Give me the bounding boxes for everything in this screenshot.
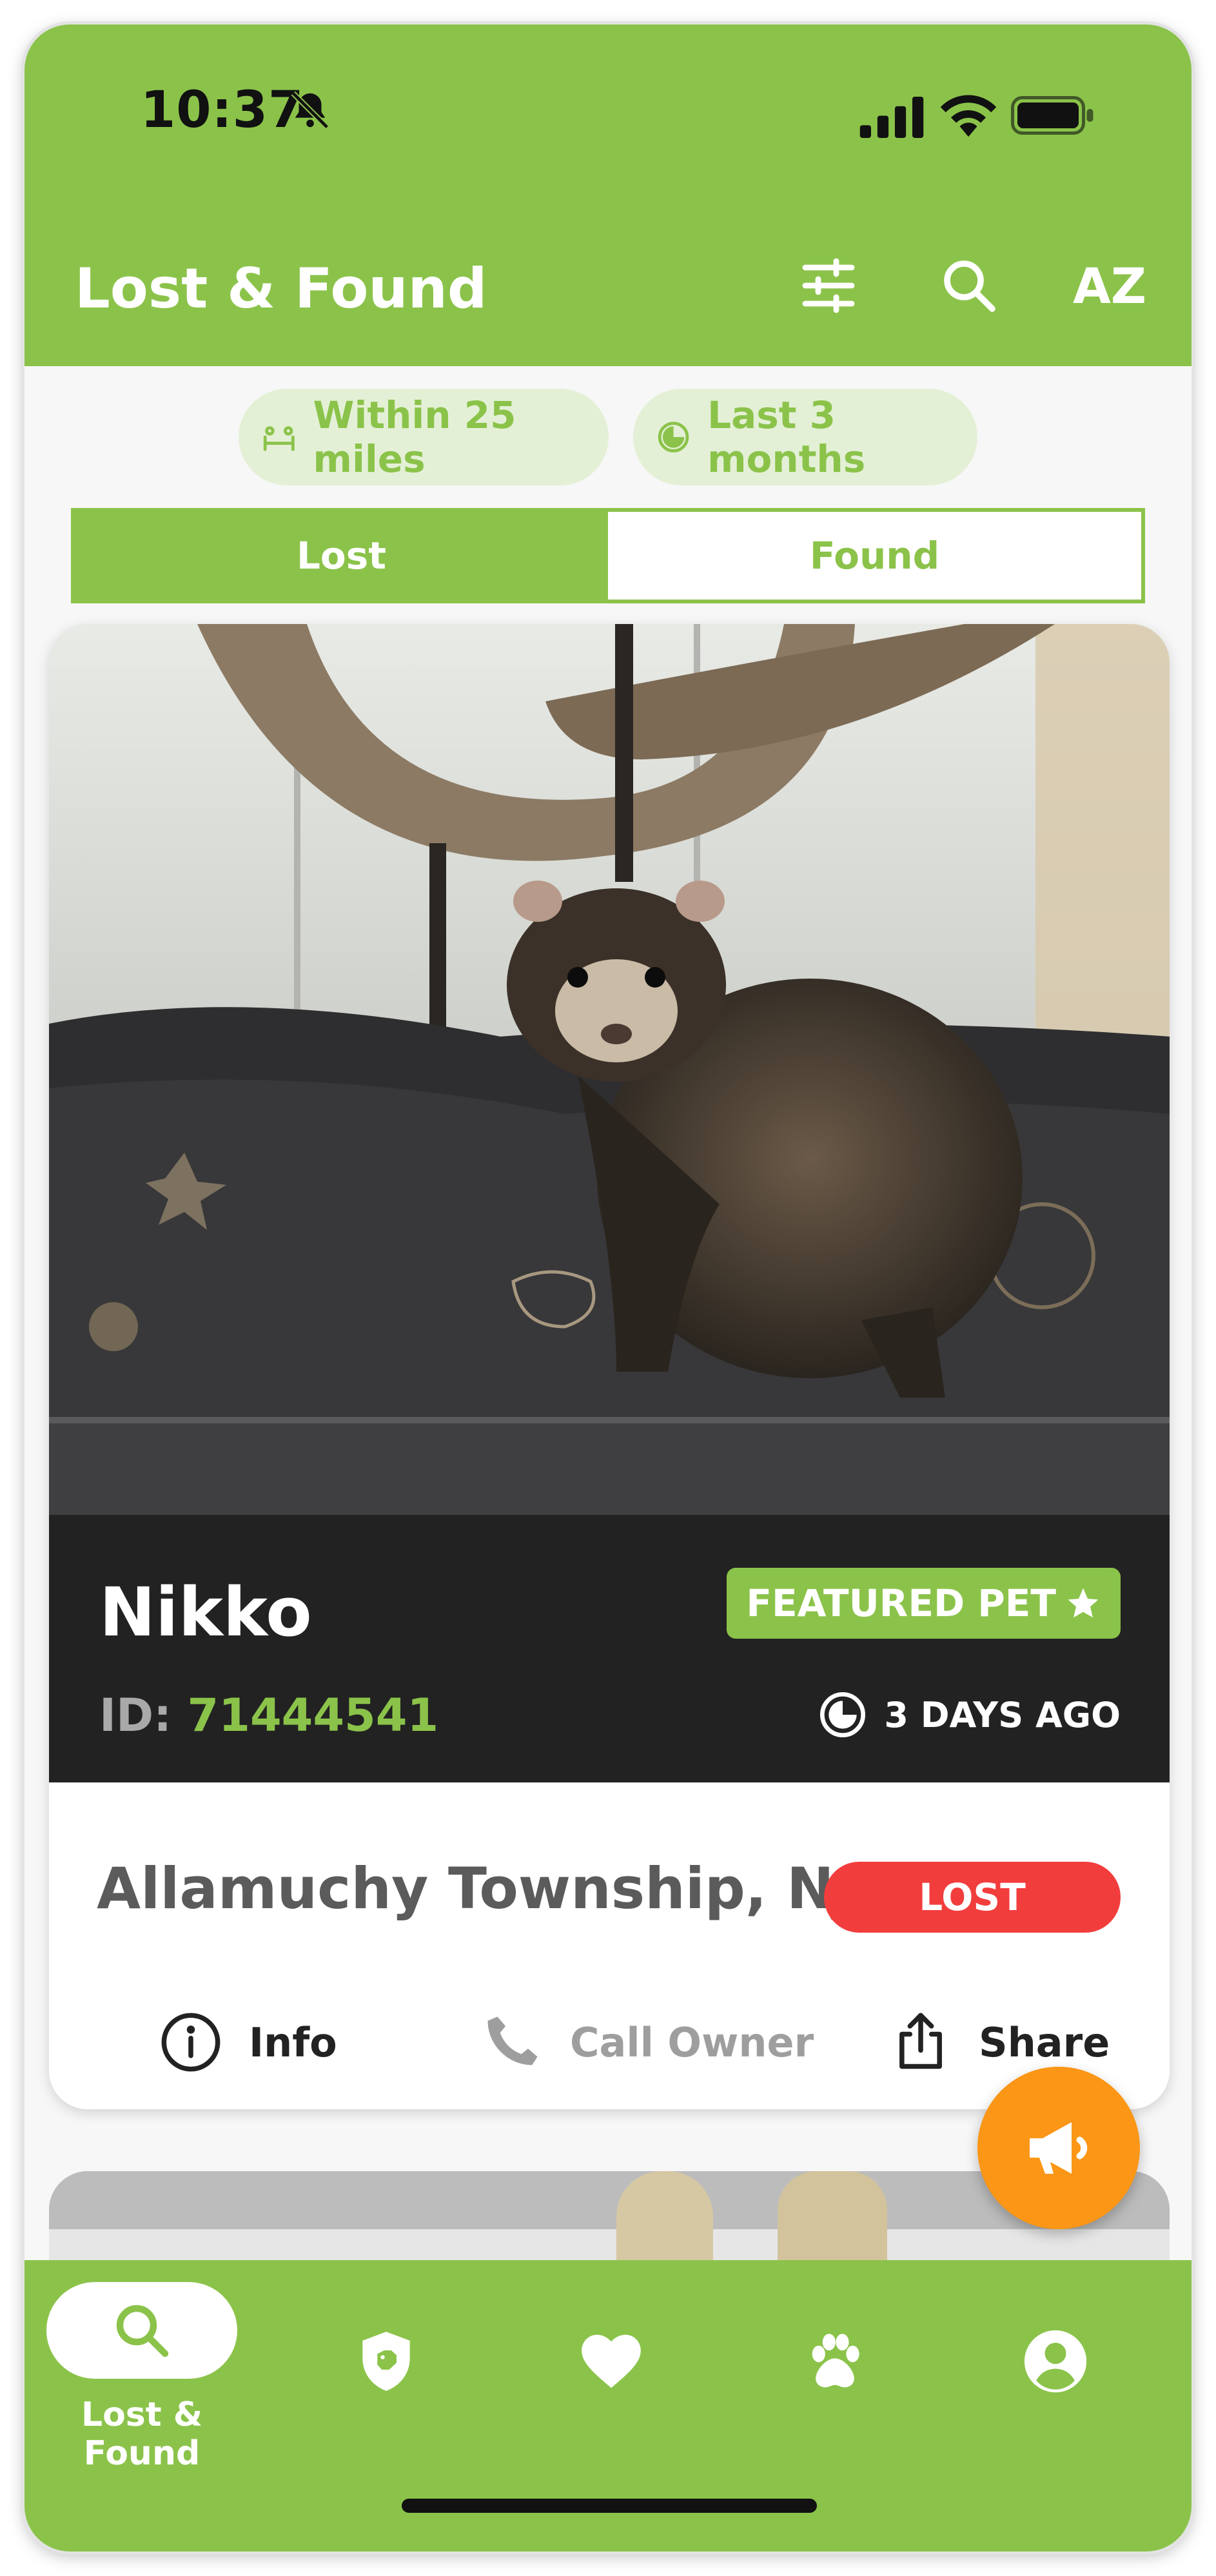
pet-id-label: ID: xyxy=(99,1689,172,1742)
filter-button[interactable] xyxy=(793,250,864,321)
clock-icon xyxy=(658,422,689,453)
cellular-signal-icon xyxy=(859,97,924,138)
profile-icon xyxy=(1024,2330,1087,2393)
share-icon xyxy=(899,2013,942,2069)
tab-found[interactable]: Found xyxy=(608,512,1141,600)
pet-info-band: Nikko FEATURED PET ID: 71444541 3 DAYS A… xyxy=(49,1515,1170,1782)
tab-shield[interactable] xyxy=(344,2319,428,2403)
info-button[interactable]: Info xyxy=(159,2004,337,2081)
star-icon xyxy=(1068,1588,1099,1618)
info-label: Info xyxy=(249,2018,337,2066)
heart-icon xyxy=(582,2334,641,2388)
tab-lost-found[interactable] xyxy=(46,2282,237,2379)
pet-photo xyxy=(49,624,1170,1515)
filter-sliders-icon xyxy=(802,258,855,313)
posted-time-label: 3 DAYS AGO xyxy=(884,1694,1121,1735)
distance-chip[interactable]: Within 25 miles xyxy=(239,389,609,485)
search-icon xyxy=(944,260,995,312)
pet-location: Allamuchy Township, NJ 07... xyxy=(97,1855,832,1922)
time-chip[interactable]: Last 3 months xyxy=(633,389,977,485)
tab-favorites[interactable] xyxy=(569,2319,653,2403)
call-owner-button[interactable]: Call Owner xyxy=(480,2004,814,2081)
app-header: 10:37 Lost & Found AZ xyxy=(25,24,1191,366)
sort-button[interactable]: AZ xyxy=(1073,250,1146,321)
report-pet-fab[interactable] xyxy=(977,2067,1140,2229)
search-icon xyxy=(116,2305,169,2357)
paw-icon xyxy=(812,2334,859,2388)
tab-my-pets[interactable] xyxy=(793,2319,877,2403)
distance-chip-label: Within 25 miles xyxy=(313,393,516,481)
pet-id-value: 71444541 xyxy=(187,1689,439,1742)
info-icon xyxy=(161,2013,221,2072)
sort-az-icon: AZ xyxy=(1073,257,1146,315)
posted-time: 3 DAYS AGO xyxy=(817,1689,1121,1741)
lost-found-toggle: Lost Found xyxy=(71,508,1145,603)
clock-icon xyxy=(820,1692,866,1737)
phone-icon xyxy=(487,2016,538,2065)
bell-muted-icon xyxy=(291,91,329,130)
call-owner-label: Call Owner xyxy=(570,2018,814,2066)
tab-profile[interactable] xyxy=(1014,2319,1097,2403)
megaphone-icon xyxy=(1030,2122,1088,2174)
featured-label: FEATURED PET xyxy=(746,1581,1056,1625)
status-time: 10:37 xyxy=(141,81,304,139)
status-badge: LOST xyxy=(824,1862,1121,1933)
tab-lost[interactable]: Lost xyxy=(75,512,608,600)
home-indicator xyxy=(402,2499,817,2513)
battery-icon xyxy=(1011,96,1093,135)
page-title: Lost & Found xyxy=(75,257,487,321)
wifi-icon xyxy=(940,95,997,137)
time-chip-label: Last 3 months xyxy=(707,393,866,481)
featured-badge: FEATURED PET xyxy=(727,1568,1121,1639)
tab-lost-found-label: Lost & Found xyxy=(81,2395,203,2473)
share-label: Share xyxy=(979,2018,1110,2066)
pet-name: Nikko xyxy=(99,1573,312,1652)
pet-id: ID: 71444541 xyxy=(99,1689,438,1742)
search-button[interactable] xyxy=(934,250,1005,321)
shield-pet-icon xyxy=(362,2332,410,2391)
pet-card[interactable]: Nikko FEATURED PET ID: 71444541 3 DAYS A… xyxy=(49,624,1170,2109)
phone-screen: 10:37 Lost & Found AZ Within 25 miles La… xyxy=(25,24,1191,2552)
distance-icon xyxy=(263,426,295,451)
